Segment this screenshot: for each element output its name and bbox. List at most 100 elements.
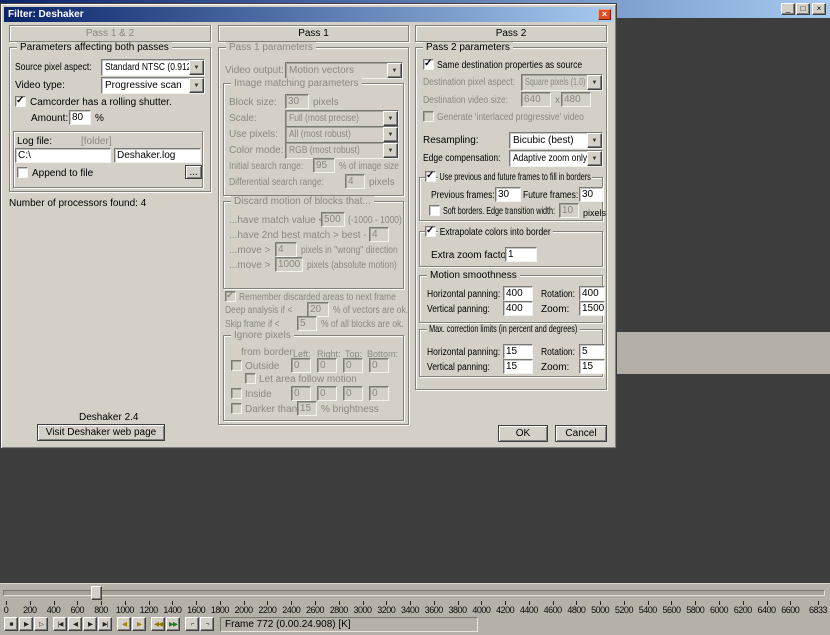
- chevron-down-icon[interactable]: ▼: [587, 151, 602, 166]
- outside-checkbox: ✓: [231, 360, 242, 371]
- same-destination-checkbox[interactable]: ✓: [423, 59, 434, 70]
- amount-input[interactable]: 80: [69, 110, 91, 125]
- minimize-button[interactable]: _: [781, 3, 795, 15]
- go-to-end-button[interactable]: ▶|: [98, 617, 112, 631]
- ruler-tick-label: 4800: [567, 605, 585, 615]
- chevron-down-icon: ▼: [387, 63, 402, 78]
- outside-label: Outside: [245, 361, 279, 373]
- initial-search-label: Initial search range:: [229, 161, 303, 173]
- limit-vertical-input[interactable]: 15: [503, 359, 533, 374]
- scene-forward-button[interactable]: ▶▶: [166, 617, 180, 631]
- play-input-button[interactable]: ▶: [19, 617, 33, 631]
- edge-compensation-label: Edge compensation:: [423, 153, 500, 165]
- extra-zoom-input[interactable]: 1: [505, 247, 537, 262]
- append-to-file-checkbox[interactable]: ✓: [17, 167, 28, 178]
- ruler-tick-label: 4600: [544, 605, 562, 615]
- source-pixel-aspect-select[interactable]: Standard NTSC (0.912)▼: [101, 59, 205, 76]
- smooth-zoom-input[interactable]: 1500: [579, 301, 605, 316]
- ruler-tick-label: 4400: [520, 605, 538, 615]
- inside-top-input: 0: [343, 386, 363, 401]
- rolling-shutter-label: Camcorder has a rolling shutter.: [30, 97, 172, 109]
- fill-borders-checkbox[interactable]: ✓: [425, 171, 436, 182]
- header-pass-1-and-2: Pass 1 & 2: [9, 25, 211, 42]
- checkmark-icon: ✓: [16, 95, 24, 106]
- video-type-select[interactable]: Progressive scan▼: [101, 77, 205, 94]
- maximize-button[interactable]: □: [796, 3, 810, 15]
- ok-label: OK: [516, 428, 530, 439]
- extrapolate-checkbox[interactable]: ✓: [425, 226, 436, 237]
- frame-forward-button[interactable]: ▶: [83, 617, 97, 631]
- ruler-tick-label: 3200: [377, 605, 395, 615]
- version-label: Deshaker 2.4: [79, 412, 138, 424]
- soft-borders-checkbox[interactable]: ✓: [429, 205, 440, 216]
- dialog-titlebar[interactable]: Filter: Deshaker ×: [4, 7, 613, 22]
- mark-in-button[interactable]: ⌐: [185, 617, 199, 631]
- edge-compensation-value: Adaptive zoom only: [513, 153, 587, 165]
- chevron-down-icon[interactable]: ▼: [189, 78, 204, 93]
- checkmark-icon: ✓: [426, 170, 434, 181]
- chevron-down-icon: ▼: [587, 75, 602, 90]
- video-type-label: Video type:: [15, 80, 65, 92]
- log-file-input[interactable]: Deshaker.log: [114, 148, 201, 163]
- group-title: Pass 2 parameters: [423, 42, 513, 53]
- extra-zoom-label: Extra zoom factor:: [431, 250, 512, 262]
- group-title: Motion smoothness: [427, 270, 520, 281]
- limit-zoom-input[interactable]: 15: [579, 359, 605, 374]
- mark-out-button[interactable]: ¬: [200, 617, 214, 631]
- limit-rotation-input[interactable]: 5: [579, 344, 605, 359]
- ruler-tick-label: 5600: [662, 605, 680, 615]
- same-destination-label: Same destination properties as source: [437, 60, 582, 72]
- darker-than-unit: % brightness: [321, 404, 379, 416]
- browse-button[interactable]: ...: [185, 165, 202, 179]
- bottom-bar: 0200400600800100012001400160018002000220…: [0, 583, 830, 635]
- ruler-tick-label: 0: [4, 605, 9, 615]
- previous-frames-label: Previous frames:: [431, 190, 495, 202]
- ok-button[interactable]: OK: [498, 425, 548, 442]
- rolling-shutter-checkbox[interactable]: ✓: [15, 96, 26, 107]
- ruler-tick-label: 1600: [187, 605, 205, 615]
- smooth-rotation-input[interactable]: 400: [579, 286, 605, 301]
- fill-borders-label: Use previous and future frames to fill i…: [438, 172, 592, 184]
- go-to-start-button[interactable]: |◀: [53, 617, 67, 631]
- chevron-down-icon[interactable]: ▼: [189, 60, 204, 75]
- limit-horizontal-input[interactable]: 15: [503, 344, 533, 359]
- move-wrong-unit: pixels in "wrong" direction: [301, 245, 398, 257]
- previous-frames-input[interactable]: 30: [495, 187, 521, 202]
- prev-keyframe-button[interactable]: ◀: [117, 617, 131, 631]
- diff-search-input: 4: [345, 174, 365, 189]
- darker-than-input: 15: [297, 401, 317, 416]
- outside-bottom-input: 0: [369, 358, 389, 373]
- future-frames-input[interactable]: 30: [579, 187, 603, 202]
- match-value-label: ...have match value <: [229, 215, 324, 227]
- frame-back-button[interactable]: ◀: [68, 617, 82, 631]
- timeline-thumb[interactable]: [91, 586, 102, 600]
- smooth-vertical-label: Vertical panning:: [427, 304, 490, 316]
- edge-compensation-select[interactable]: Adaptive zoom only▼: [509, 150, 603, 167]
- close-icon: ×: [602, 9, 607, 19]
- chevron-down-icon[interactable]: ▼: [587, 133, 602, 148]
- log-folder-input[interactable]: C:\: [15, 148, 111, 163]
- outside-right-input: 0: [317, 358, 337, 373]
- ruler-tick-label: 400: [47, 605, 61, 615]
- background-panel: [617, 332, 830, 374]
- dest-aspect-select: Square pixels (1.0)▼: [521, 74, 603, 91]
- play-output-button[interactable]: ▷: [34, 617, 48, 631]
- second-best-input: 4: [369, 227, 389, 242]
- smooth-horizontal-input[interactable]: 400: [503, 286, 533, 301]
- skip-frame-input: 5: [297, 316, 317, 331]
- scene-reverse-button[interactable]: ◀◀: [151, 617, 165, 631]
- stop-button[interactable]: ■: [4, 617, 18, 631]
- resampling-select[interactable]: Bicubic (best)▼: [509, 132, 603, 149]
- visit-website-button[interactable]: Visit Deshaker web page: [37, 424, 165, 441]
- cancel-button[interactable]: Cancel: [555, 425, 607, 442]
- dialog-close-button[interactable]: ×: [598, 9, 611, 20]
- ruler-tick-label: 6400: [758, 605, 776, 615]
- future-frames-label: Future frames:: [523, 190, 578, 202]
- close-window-button[interactable]: ×: [812, 3, 826, 15]
- smooth-vertical-input[interactable]: 400: [503, 301, 533, 316]
- timeline-slider-track[interactable]: [3, 590, 825, 596]
- block-size-unit: pixels: [313, 97, 339, 109]
- soft-borders-label: Soft borders. Edge transition width:: [443, 206, 555, 218]
- extrapolate-label: Extrapolate colors into border: [438, 227, 552, 239]
- next-keyframe-button[interactable]: ▶: [132, 617, 146, 631]
